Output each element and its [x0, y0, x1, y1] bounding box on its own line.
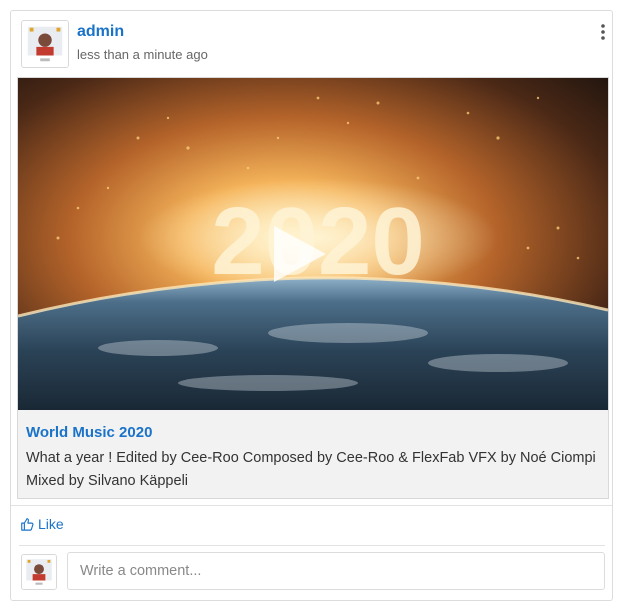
post-timestamp: less than a minute ago — [77, 47, 208, 62]
divider — [11, 505, 612, 506]
author-name-link[interactable]: admin — [77, 23, 124, 41]
video-thumbnail[interactable]: 2020 — [18, 78, 608, 410]
link-description: What a year ! Edited by Cee-Roo Composed… — [26, 450, 596, 489]
avatar-image — [22, 555, 56, 589]
commenter-avatar — [21, 554, 57, 590]
avatar-image — [22, 21, 68, 67]
like-button[interactable]: Like — [20, 516, 64, 532]
play-icon[interactable] — [270, 224, 328, 284]
link-title[interactable]: World Music 2020 — [26, 424, 152, 441]
post-card: admin less than a minute ago 2020 World … — [10, 10, 613, 601]
divider — [19, 545, 605, 546]
thumbs-up-icon — [21, 518, 34, 531]
link-preview: 2020 World Music 2020 What a year ! Edit… — [17, 77, 609, 499]
author-avatar[interactable] — [21, 20, 69, 68]
vertical-dots-icon[interactable] — [599, 23, 607, 41]
like-label: Like — [38, 516, 64, 532]
comment-input[interactable] — [67, 552, 605, 590]
post-header: admin less than a minute ago — [11, 11, 612, 77]
